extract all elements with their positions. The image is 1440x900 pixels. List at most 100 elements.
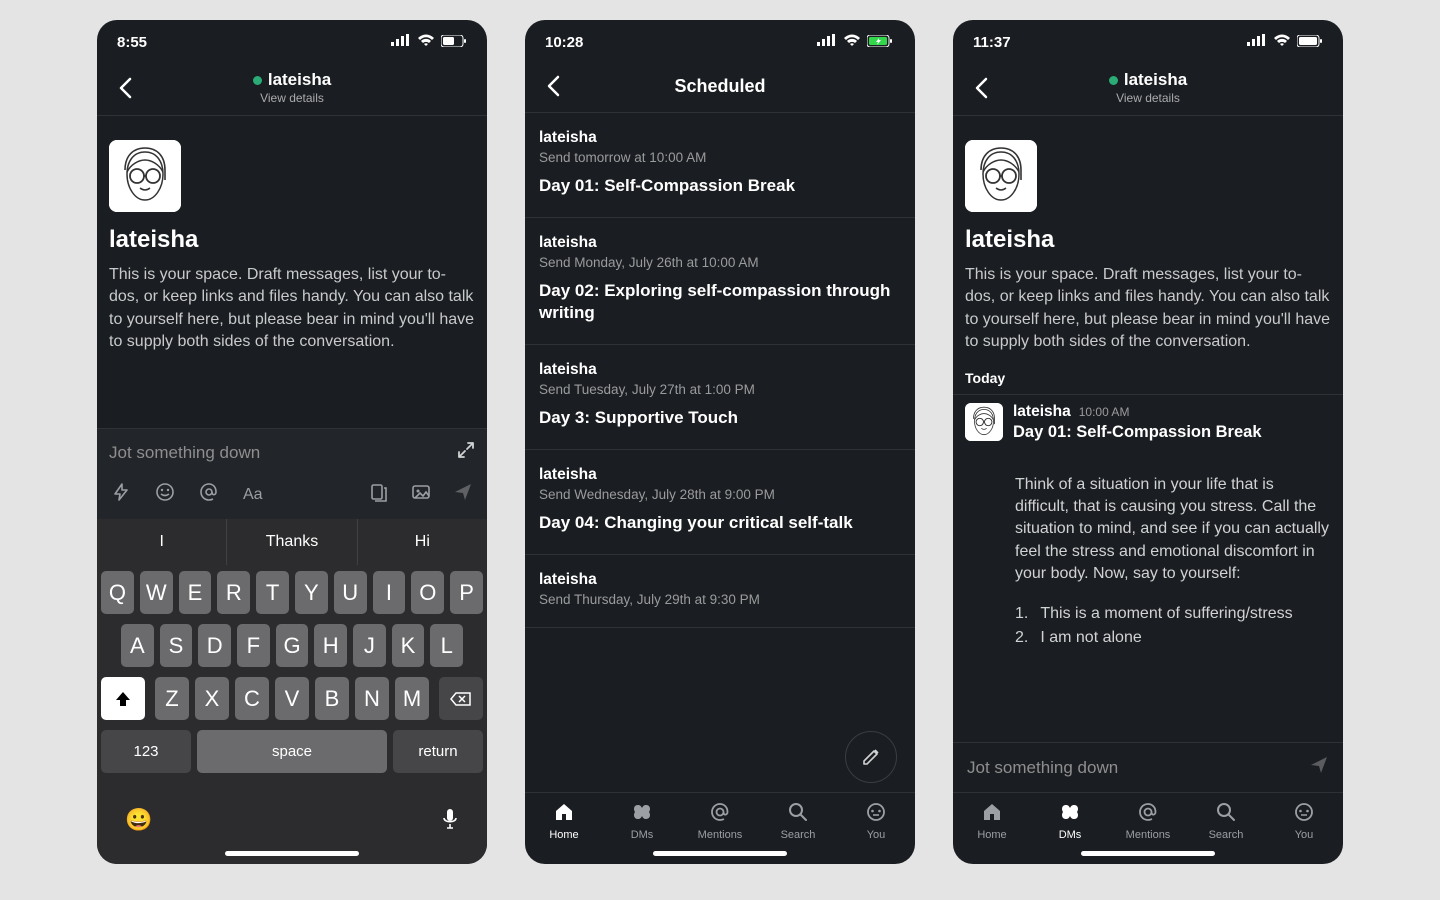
scheduled-item[interactable]: lateishaSend Wednesday, July 28th at 9:0… <box>525 450 915 555</box>
date-divider: Today <box>965 370 1331 386</box>
tab-dms[interactable]: DMs <box>1035 801 1105 841</box>
message-sender: lateisha <box>1013 403 1071 421</box>
back-button[interactable] <box>965 72 997 104</box>
key-u[interactable]: U <box>334 571 367 614</box>
scheduled-title: Day 04: Changing your critical self-talk <box>539 512 901 534</box>
chat-content[interactable]: lateisha This is your space. Draft messa… <box>953 116 1343 742</box>
scheduled-sender: lateisha <box>539 571 901 589</box>
attachment-icon[interactable] <box>369 482 389 507</box>
message-item[interactable]: lateisha 10:00 AM Day 01: Self-Compassio… <box>953 394 1343 450</box>
key-v[interactable]: V <box>275 677 309 720</box>
kb-suggestion[interactable]: I <box>97 519 227 565</box>
key-n[interactable]: N <box>355 677 389 720</box>
tab-you[interactable]: You <box>841 801 911 841</box>
tab-icon <box>1293 801 1315 826</box>
key-i[interactable]: I <box>373 571 406 614</box>
key-s[interactable]: S <box>160 624 193 667</box>
emoji-keyboard-icon[interactable]: 😀 <box>125 807 152 837</box>
scheduled-item[interactable]: lateisha Send Thursday, July 29th at 9:30… <box>525 555 915 628</box>
back-button[interactable] <box>537 70 569 102</box>
mention-icon[interactable] <box>199 482 219 507</box>
key-h[interactable]: H <box>314 624 347 667</box>
kb-suggestion[interactable]: Thanks <box>227 519 357 565</box>
scheduled-time: Send tomorrow at 10:00 AM <box>539 150 901 165</box>
header-title-area[interactable]: lateisha View details <box>997 70 1299 105</box>
signal-icon <box>817 30 837 54</box>
profile-name: lateisha <box>965 226 1331 254</box>
key-l[interactable]: L <box>430 624 463 667</box>
message-time: 10:00 AM <box>1079 405 1130 419</box>
numeric-key[interactable]: 123 <box>101 730 191 773</box>
tab-mentions[interactable]: Mentions <box>1113 801 1183 841</box>
tab-home[interactable]: Home <box>529 801 599 841</box>
space-key[interactable]: space <box>197 730 387 773</box>
header-title-area[interactable]: lateisha View details <box>141 70 443 105</box>
key-t[interactable]: T <box>256 571 289 614</box>
shortcuts-icon[interactable] <box>111 482 131 507</box>
send-icon[interactable] <box>453 482 473 507</box>
tab-icon <box>631 801 653 826</box>
tab-icon <box>553 801 575 826</box>
header-subtitle: View details <box>260 91 324 105</box>
shift-key[interactable] <box>101 677 145 720</box>
key-m[interactable]: M <box>395 677 429 720</box>
battery-icon <box>441 34 467 51</box>
key-j[interactable]: J <box>353 624 386 667</box>
kb-suggestion[interactable]: Hi <box>358 519 487 565</box>
key-b[interactable]: B <box>315 677 349 720</box>
message-input[interactable]: Jot something down <box>967 758 1309 778</box>
scheduled-item[interactable]: lateishaSend Monday, July 26th at 10:00 … <box>525 218 915 345</box>
expand-icon[interactable] <box>457 441 475 464</box>
key-g[interactable]: G <box>276 624 309 667</box>
scheduled-time: Send Tuesday, July 27th at 1:00 PM <box>539 382 901 397</box>
key-q[interactable]: Q <box>101 571 134 614</box>
message-avatar[interactable] <box>965 403 1003 441</box>
formatting-icon[interactable]: Aa <box>243 486 263 504</box>
home-indicator[interactable] <box>653 851 787 856</box>
message-list: 1.This is a moment of suffering/stress2.… <box>1015 602 1331 650</box>
key-x[interactable]: X <box>195 677 229 720</box>
dictation-icon[interactable] <box>441 807 459 837</box>
scheduled-sender: lateisha <box>539 234 901 252</box>
key-d[interactable]: D <box>198 624 231 667</box>
tab-home[interactable]: Home <box>957 801 1027 841</box>
tab-dms[interactable]: DMs <box>607 801 677 841</box>
scheduled-item[interactable]: lateishaSend tomorrow at 10:00 AMDay 01:… <box>525 113 915 218</box>
image-icon[interactable] <box>411 482 431 507</box>
message-body: Think of a situation in your life that i… <box>1015 474 1331 586</box>
header-subtitle: View details <box>1116 91 1180 105</box>
tab-you[interactable]: You <box>1269 801 1339 841</box>
home-indicator[interactable] <box>1081 851 1215 856</box>
key-y[interactable]: Y <box>295 571 328 614</box>
profile-avatar[interactable] <box>109 140 181 212</box>
profile-avatar[interactable] <box>965 140 1037 212</box>
scheduled-title: Day 01: Self-Compassion Break <box>539 175 901 197</box>
key-e[interactable]: E <box>179 571 212 614</box>
key-c[interactable]: C <box>235 677 269 720</box>
tab-search[interactable]: Search <box>763 801 833 841</box>
send-icon[interactable] <box>1309 755 1329 780</box>
return-key[interactable]: return <box>393 730 483 773</box>
home-indicator[interactable] <box>225 851 359 856</box>
message-input[interactable]: Jot something down <box>109 443 447 463</box>
emoji-icon[interactable] <box>155 482 175 507</box>
tab-search[interactable]: Search <box>1191 801 1261 841</box>
compose-fab[interactable] <box>845 731 897 783</box>
key-z[interactable]: Z <box>155 677 189 720</box>
compose-area: Jot something down Aa <box>97 428 487 519</box>
key-k[interactable]: K <box>392 624 425 667</box>
key-r[interactable]: R <box>217 571 250 614</box>
tab-mentions[interactable]: Mentions <box>685 801 755 841</box>
key-o[interactable]: O <box>411 571 444 614</box>
scheduled-list[interactable]: lateisha Send tomorrow at 10:00 AM Day 01:… <box>525 113 915 792</box>
scheduled-item[interactable]: lateishaSend Tuesday, July 27th at 1:00 … <box>525 345 915 450</box>
key-p[interactable]: P <box>450 571 483 614</box>
key-f[interactable]: F <box>237 624 270 667</box>
scheduled-time: Send Thursday, July 29th at 9:30 PM <box>539 592 901 607</box>
tab-label: Search <box>1209 829 1244 841</box>
backspace-key[interactable] <box>439 677 483 720</box>
key-a[interactable]: A <box>121 624 154 667</box>
key-w[interactable]: W <box>140 571 173 614</box>
back-button[interactable] <box>109 72 141 104</box>
scheduled-sender: lateisha <box>539 466 901 484</box>
